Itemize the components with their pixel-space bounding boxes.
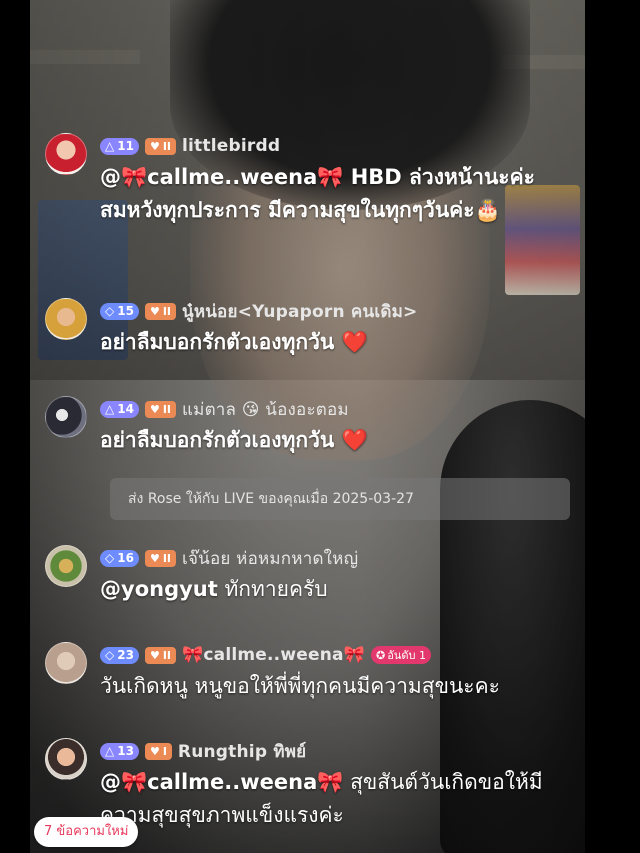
user-avatar[interactable] — [45, 133, 87, 175]
mention[interactable]: @🎀callme..weena🎀 — [100, 165, 343, 189]
medal-icon: ✪ — [376, 648, 386, 662]
message-meta: ◇ 16 ♥ II เจ๊น้อย ห่อหมกหาดใหญ่ — [100, 547, 358, 569]
username[interactable]: Rungthip ทิพย์ — [178, 738, 306, 765]
level-badge: △ 13 — [100, 742, 139, 760]
mention[interactable]: @yongyut — [100, 577, 218, 601]
message-text: อย่าลืมบอกรักตัวเองทุกวัน ❤️ — [100, 326, 570, 359]
fan-badge: ♥ II — [144, 137, 176, 155]
message-body: ทักทายครับ — [217, 577, 328, 601]
heart-icon: ♥ — [149, 139, 160, 153]
username[interactable]: แม่ตาล 😘 น้องอะตอม — [182, 396, 349, 423]
username[interactable]: littlebirdd — [182, 136, 280, 156]
user-avatar[interactable] — [45, 642, 87, 684]
live-video-frame: △ 11 ♥ II littlebirdd @🎀callme..weena🎀 HBD… — [30, 0, 585, 853]
level-badge: ◇ 15 — [100, 302, 139, 320]
chat-message[interactable]: ◇ 16 ♥ II เจ๊น้อย ห่อหมกหาดใหญ่ @yongyut ท… — [45, 545, 580, 615]
heart-icon: ♥ — [149, 744, 160, 758]
message-meta: ◇ 23 ♥ II 🎀callme..weena🎀 ✪ อันดับ 1 — [100, 644, 432, 666]
gift-notification: ส่ง Rose ให้กับ LIVE ของคุณเมื่อ 2025-03… — [110, 478, 570, 520]
triangle-icon: △ — [105, 139, 115, 153]
message-text: วันเกิดหนู หนูขอให้พี่พี่ทุกคนมีความสุขน… — [100, 670, 570, 703]
level-badge: ◇ 23 — [100, 646, 139, 664]
diamond-icon: ◇ — [105, 304, 115, 318]
fan-badge: ♥ II — [144, 302, 176, 320]
rank-badge: ✪ อันดับ 1 — [371, 646, 432, 664]
user-avatar[interactable] — [45, 738, 87, 780]
username[interactable]: เจ๊น้อย ห่อหมกหาดใหญ่ — [182, 545, 358, 572]
triangle-icon: △ — [105, 402, 115, 416]
heart-icon: ♥ — [149, 402, 160, 416]
heart-icon: ♥ — [149, 551, 160, 565]
fan-badge: ♥ II — [144, 400, 176, 418]
user-avatar[interactable] — [45, 396, 87, 438]
diamond-icon: ◇ — [105, 551, 115, 565]
chat-message[interactable]: ◇ 23 ♥ II 🎀callme..weena🎀 ✪ อันดับ 1 วันเกิ… — [45, 642, 580, 712]
new-messages-button[interactable]: 7 ข้อความใหม่ — [34, 817, 139, 847]
message-meta: △ 13 ♥ I Rungthip ทิพย์ — [100, 740, 306, 762]
message-meta: △ 11 ♥ II littlebirdd — [100, 135, 280, 157]
fan-badge: ♥ I — [144, 742, 172, 760]
heart-icon: ♥ — [149, 304, 160, 318]
level-badge: △ 11 — [100, 137, 139, 155]
fan-badge: ♥ II — [144, 549, 176, 567]
message-body: อย่าลืมบอกรักตัวเองทุกวัน — [100, 428, 342, 452]
heart-emoji: ❤️ — [341, 428, 368, 452]
heart-emoji: ❤️ — [341, 330, 368, 354]
cake-emoji: 🎂 — [474, 198, 501, 222]
chat-message[interactable]: △ 14 ♥ II แม่ตาล 😘 น้องอะตอม อย่าลืมบอกรัก… — [45, 396, 580, 466]
message-body: วันเกิดหนู หนูขอให้พี่พี่ทุกคนมีความสุขน… — [100, 674, 500, 698]
fan-badge: ♥ II — [144, 646, 176, 664]
triangle-icon: △ — [105, 744, 115, 758]
message-body: อย่าลืมบอกรักตัวเองทุกวัน — [100, 330, 342, 354]
message-text: @🎀callme..weena🎀 HBD ล่วงหน้านะค่ะ สมหวั… — [100, 161, 570, 227]
user-avatar[interactable] — [45, 545, 87, 587]
user-avatar[interactable] — [45, 298, 87, 340]
message-text: @🎀callme..weena🎀 สุขสันต์วันเกิดขอให้มีค… — [100, 766, 570, 832]
message-text: อย่าลืมบอกรักตัวเองทุกวัน ❤️ — [100, 424, 570, 457]
level-badge: △ 14 — [100, 400, 139, 418]
username[interactable]: 🎀callme..weena🎀 — [182, 645, 365, 665]
diamond-icon: ◇ — [105, 648, 115, 662]
message-meta: ◇ 15 ♥ II นู๋หน่อย<Yupaporn คนเดิม> — [100, 300, 417, 322]
level-badge: ◇ 16 — [100, 549, 139, 567]
heart-icon: ♥ — [149, 648, 160, 662]
mention[interactable]: @🎀callme..weena🎀 — [100, 770, 343, 794]
message-meta: △ 14 ♥ II แม่ตาล 😘 น้องอะตอม — [100, 398, 349, 420]
username[interactable]: นู๋หน่อย<Yupaporn คนเดิม> — [182, 298, 417, 325]
message-text: @yongyut ทักทายครับ — [100, 573, 570, 606]
chat-message[interactable]: △ 11 ♥ II littlebirdd @🎀callme..weena🎀 HBD… — [45, 133, 580, 268]
chat-message[interactable]: ◇ 15 ♥ II นู๋หน่อย<Yupaporn คนเดิม> อย่าลื… — [45, 298, 580, 368]
